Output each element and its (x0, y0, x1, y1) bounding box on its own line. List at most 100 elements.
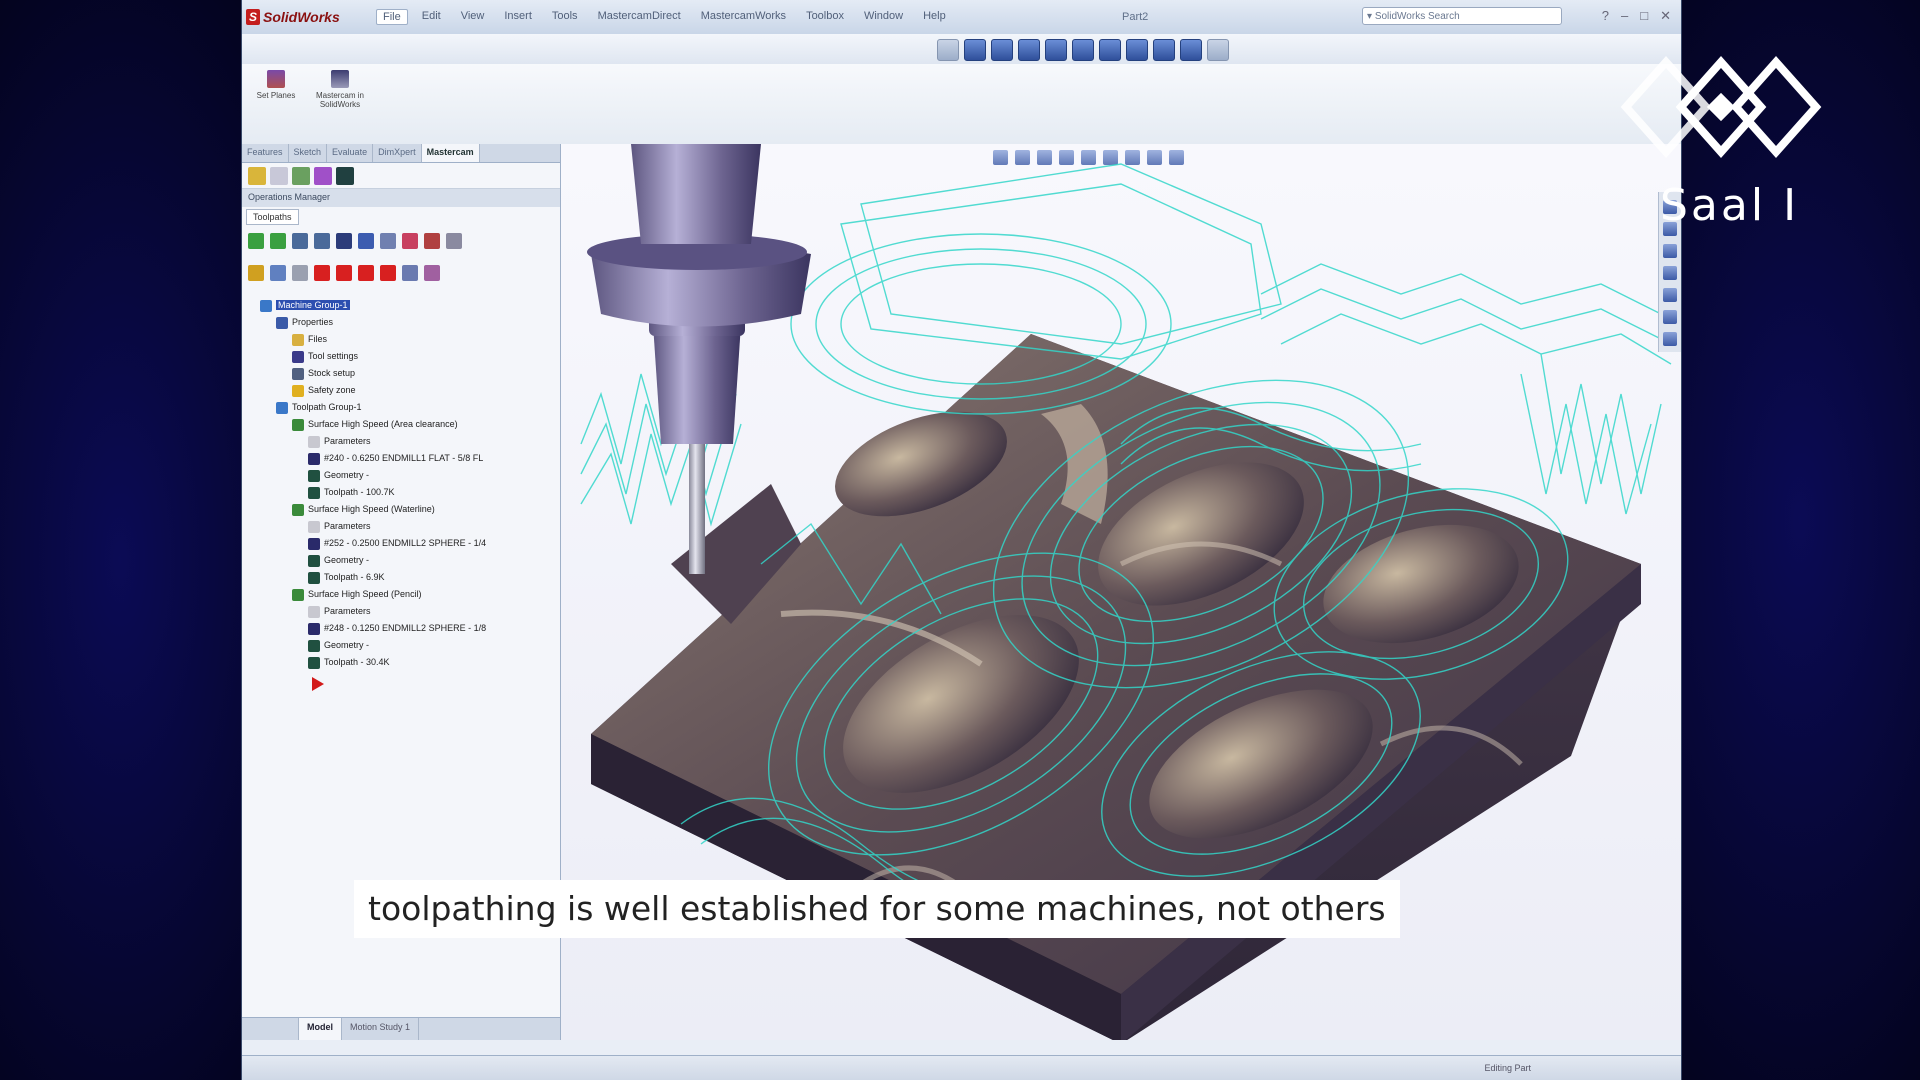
view-dimetric-icon[interactable] (1180, 39, 1202, 61)
insert-arrow-icon[interactable] (358, 265, 374, 281)
tree-item[interactable]: Surface High Speed (Area clearance) (260, 416, 560, 433)
help-icon[interactable] (446, 233, 462, 249)
appearances-icon[interactable] (1663, 310, 1677, 324)
tree-item[interactable]: Toolpath - 30.4K (260, 654, 560, 671)
tree-item[interactable]: Stock setup (260, 365, 560, 382)
backplot-icon[interactable] (336, 233, 352, 249)
delete-icon[interactable] (424, 233, 440, 249)
regenerate-dirty-icon[interactable] (314, 233, 330, 249)
mastercam-in-solidworks-button[interactable]: Mastercam in SolidWorks (310, 70, 370, 109)
select-all-icon[interactable] (248, 233, 264, 249)
normal-to-icon[interactable] (1207, 39, 1229, 61)
arrow-icon[interactable] (937, 39, 959, 61)
scroll-icon[interactable] (380, 265, 396, 281)
tree-item[interactable]: Geometry - (260, 637, 560, 654)
menu-item-tools[interactable]: Tools (546, 9, 584, 25)
tree-item[interactable]: Tool settings (260, 348, 560, 365)
search-input[interactable]: ▾ SolidWorks Search (1362, 7, 1562, 25)
view-top-icon[interactable] (1072, 39, 1094, 61)
view-right-icon[interactable] (1045, 39, 1067, 61)
tree-item[interactable]: Surface High Speed (Pencil) (260, 586, 560, 603)
mastercam-manager-icon[interactable] (336, 167, 354, 185)
tree-item[interactable]: Machine Group-1 (260, 297, 560, 314)
view-iso-icon[interactable] (1126, 39, 1148, 61)
maximize-icon[interactable]: □ (1640, 8, 1648, 24)
view-left-icon[interactable] (1018, 39, 1040, 61)
tab-sketch[interactable]: Sketch (289, 144, 328, 162)
window-controls: ? – □ ✕ (1602, 8, 1671, 24)
bottom-tab-model[interactable]: Model (299, 1018, 342, 1040)
status-bar: Editing Part (242, 1055, 1681, 1080)
help-icon[interactable]: ? (1602, 8, 1609, 24)
tree-item[interactable]: Toolpath - 100.7K (260, 484, 560, 501)
tab-evaluate[interactable]: Evaluate (327, 144, 374, 162)
tree-item[interactable]: #252 - 0.2500 ENDMILL2 SPHERE - 1/4 (260, 535, 560, 552)
verify-icon[interactable] (358, 233, 374, 249)
minimize-icon[interactable]: – (1621, 8, 1628, 24)
tree-item[interactable]: Files (260, 331, 560, 348)
tree-item[interactable]: #248 - 0.1250 ENDMILL2 SPHERE - 1/8 (260, 620, 560, 637)
room-label: Saal I (1660, 180, 1800, 231)
tree-item[interactable]: Geometry - (260, 552, 560, 569)
file-explorer-icon[interactable] (1663, 244, 1677, 258)
tree-item[interactable]: Parameters (260, 433, 560, 450)
mastercam-in-solidworks-label: Mastercam in SolidWorks (315, 91, 364, 109)
tree-item[interactable]: Properties (260, 314, 560, 331)
tab-mastercam[interactable]: Mastercam (421, 144, 480, 162)
menu-item-help[interactable]: Help (917, 9, 952, 25)
move-up-icon[interactable] (336, 265, 352, 281)
tree-item[interactable]: Surface High Speed (Waterline) (260, 501, 560, 518)
toggle-display-icon[interactable] (270, 265, 286, 281)
property-manager-icon[interactable] (270, 167, 288, 185)
dimxpert-manager-icon[interactable] (314, 167, 332, 185)
tab-dimxpert[interactable]: DimXpert (373, 144, 422, 162)
menu-item-toolbox[interactable]: Toolbox (800, 9, 850, 25)
menu-item-mastercamworks[interactable]: MastercamWorks (695, 9, 792, 25)
configuration-manager-icon[interactable] (292, 167, 310, 185)
search-results-icon[interactable] (1663, 266, 1677, 280)
regenerate-icon[interactable] (292, 233, 308, 249)
single-display-icon[interactable] (402, 265, 418, 281)
view-trimetric-icon[interactable] (1153, 39, 1175, 61)
tree-item-label: Toolpath - 30.4K (324, 657, 390, 668)
app-logo[interactable]: S SolidWorks (246, 6, 340, 28)
tree-item[interactable]: Safety zone (260, 382, 560, 399)
insert-marker[interactable] (242, 671, 560, 693)
tree-item-label: Parameters (324, 606, 371, 617)
view-front-icon[interactable] (964, 39, 986, 61)
move-down-icon[interactable] (314, 265, 330, 281)
tree-item[interactable]: Parameters (260, 518, 560, 535)
menu-item-file[interactable]: File (376, 9, 408, 25)
highfeed-icon[interactable] (402, 233, 418, 249)
tab-toolpaths[interactable]: Toolpaths (246, 209, 299, 225)
tree-item-label: #248 - 0.1250 ENDMILL2 SPHERE - 1/8 (324, 623, 487, 634)
bottom-tab-nav[interactable] (242, 1018, 299, 1040)
lock-icon[interactable] (248, 265, 264, 281)
view-toolbar (242, 34, 1681, 64)
menu-item-window[interactable]: Window (858, 9, 909, 25)
post-icon[interactable] (380, 233, 396, 249)
bottom-tab-motion-study-1[interactable]: Motion Study 1 (342, 1018, 420, 1040)
custom-properties-icon[interactable] (1663, 332, 1677, 346)
view-palette-icon[interactable] (1663, 288, 1677, 302)
tab-features[interactable]: Features (242, 144, 289, 162)
tree-item[interactable]: Toolpath - 6.9K (260, 569, 560, 586)
tree-item[interactable]: Parameters (260, 603, 560, 620)
set-planes-button[interactable]: Set Planes (246, 70, 306, 100)
menu-item-insert[interactable]: Insert (498, 9, 538, 25)
feature-manager-icon[interactable] (248, 167, 266, 185)
tree-item[interactable]: Toolpath Group-1 (260, 399, 560, 416)
menu-item-edit[interactable]: Edit (416, 9, 447, 25)
menu-item-mastercamdirect[interactable]: MastercamDirect (592, 9, 687, 25)
menu-item-view[interactable]: View (455, 9, 491, 25)
tree-item[interactable]: #240 - 0.6250 ENDMILL1 FLAT - 5/8 FL (260, 450, 560, 467)
parameters-icon (308, 435, 320, 448)
close-icon[interactable]: ✕ (1660, 8, 1671, 24)
tree-item[interactable]: Geometry - (260, 467, 560, 484)
operation-icon (292, 503, 304, 516)
select-dirty-icon[interactable] (270, 233, 286, 249)
display-group-icon[interactable] (424, 265, 440, 281)
view-back-icon[interactable] (991, 39, 1013, 61)
toggle-posting-icon[interactable] (292, 265, 308, 281)
view-bottom-icon[interactable] (1099, 39, 1121, 61)
